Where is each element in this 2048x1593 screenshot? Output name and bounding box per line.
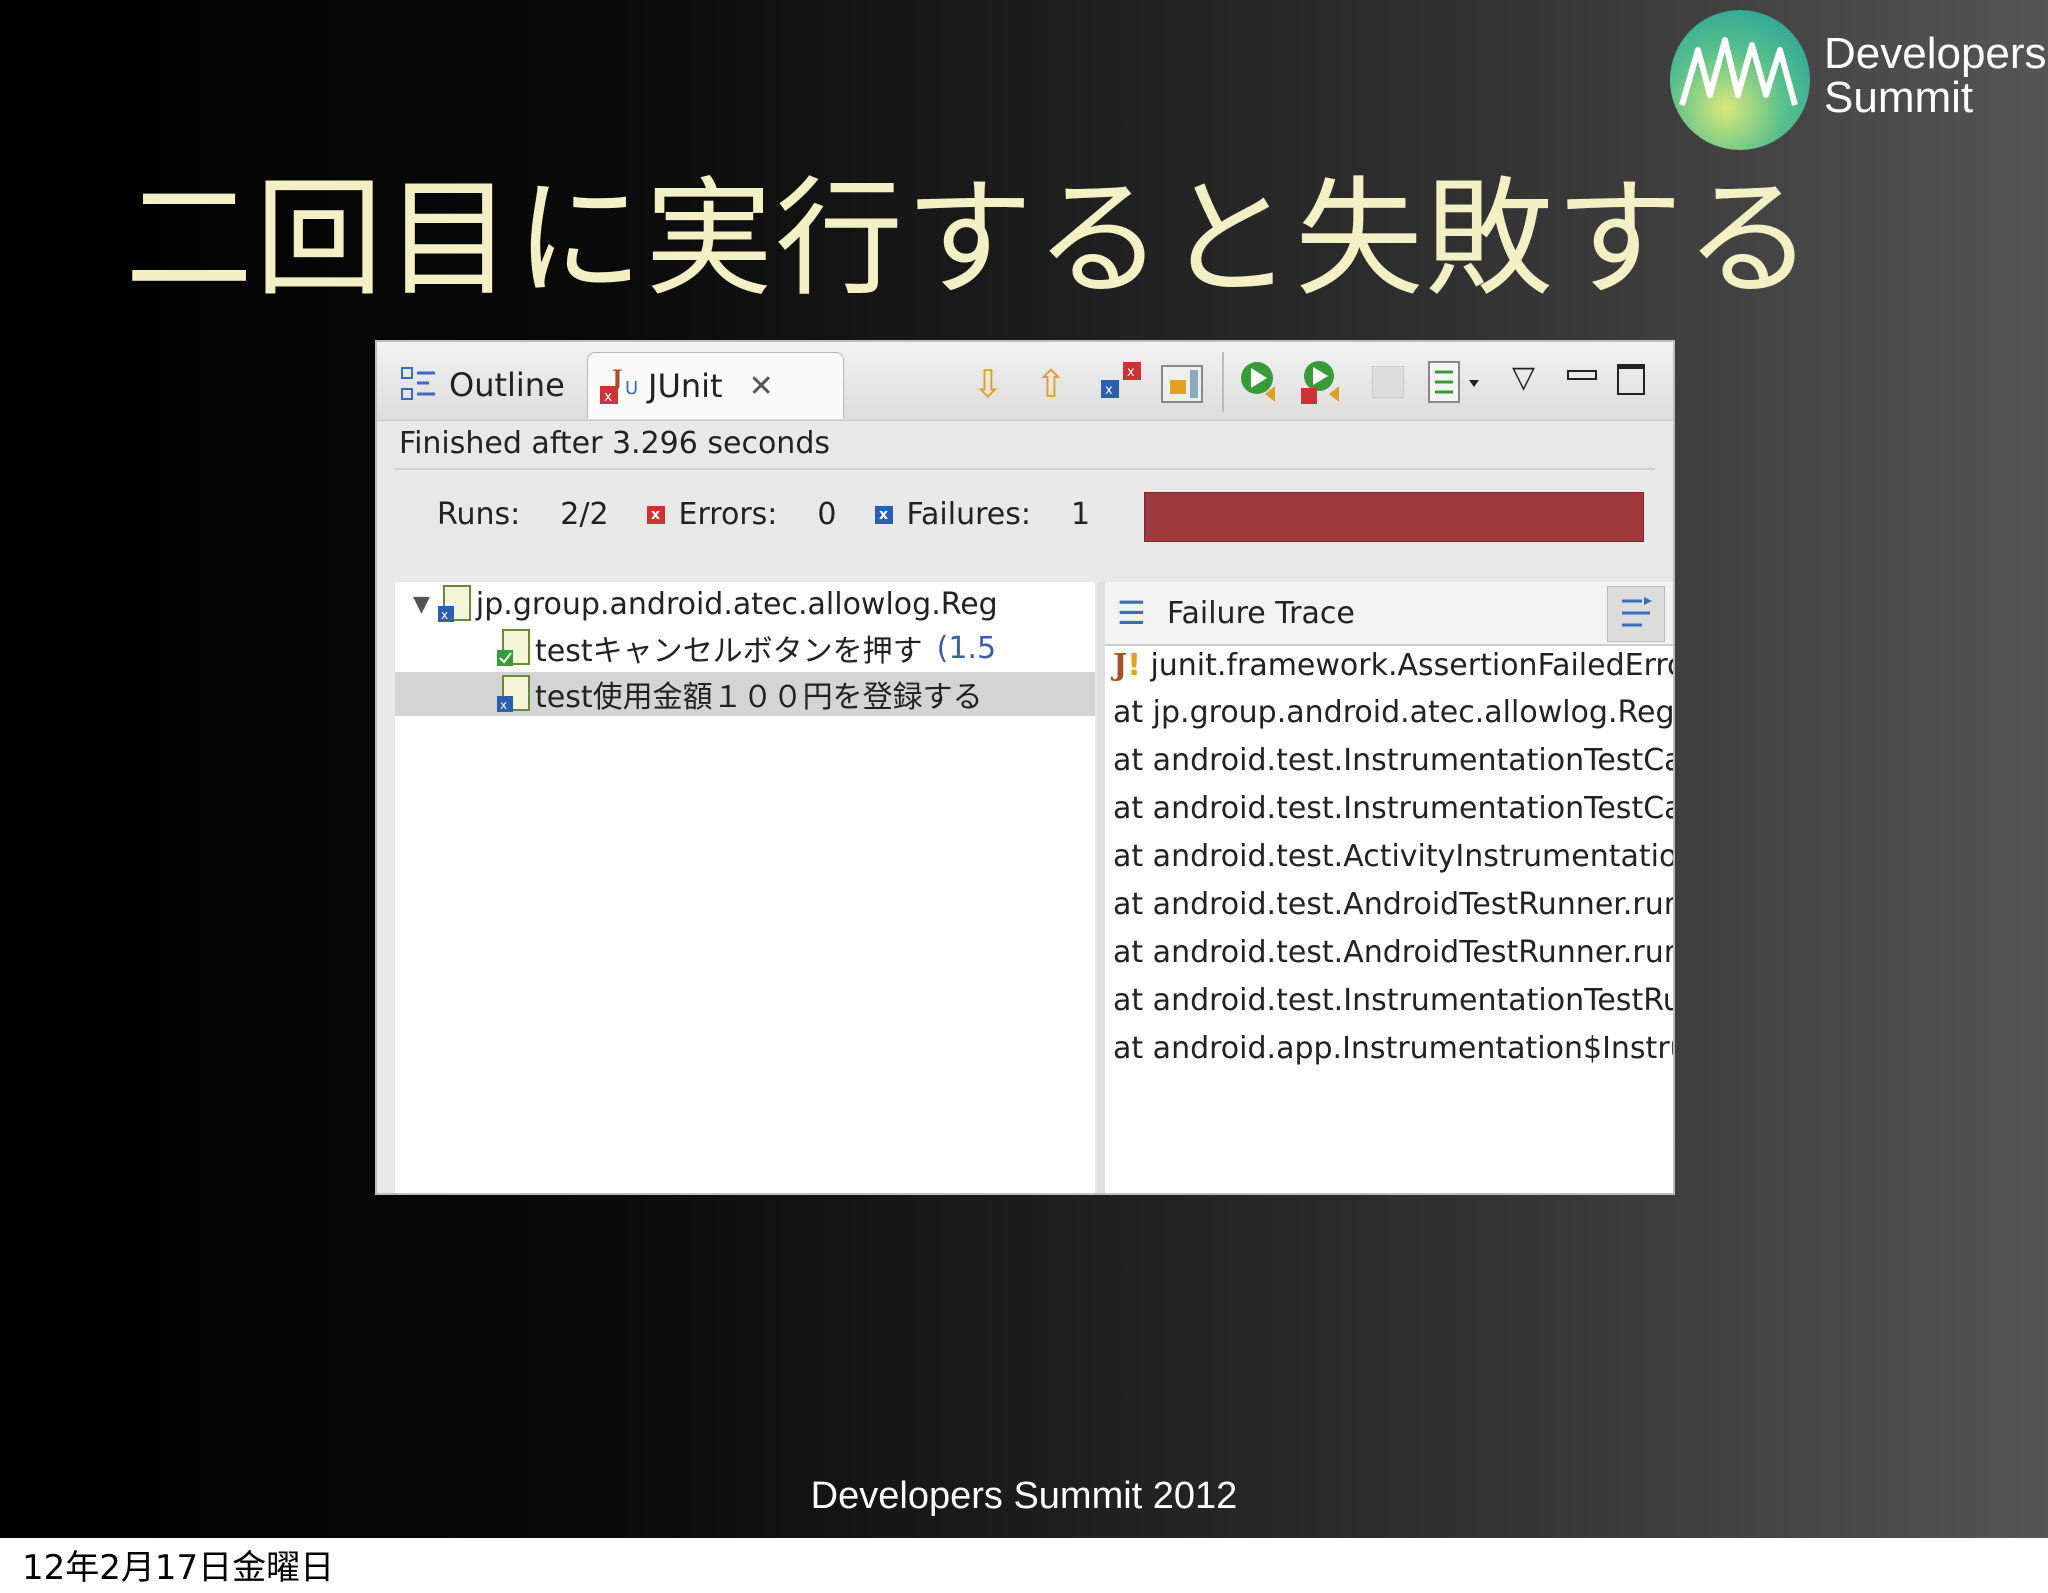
minimize-icon[interactable] xyxy=(1567,370,1597,380)
logo-mark-icon xyxy=(1670,10,1810,150)
junit-view-panel: Outline x J U JUnit ✕ ⇩ ⇧ x x ▽ Finished… xyxy=(375,340,1675,1195)
next-failure-icon[interactable]: ⇩ xyxy=(972,362,1004,406)
rerun-test-icon[interactable] xyxy=(1237,358,1287,408)
stop-icon[interactable] xyxy=(1372,366,1404,398)
test-counters: Runs: 2/2 x Errors: 0 x Failures: 1 xyxy=(437,497,1090,532)
tree-item-suite[interactable]: ▼ x jp.group.android.atec.allowlog.Reg xyxy=(395,582,1095,626)
svg-text:x: x xyxy=(441,608,448,622)
date-label: 12年2月17日金曜日 xyxy=(22,1548,335,1588)
failure-trace-title: Failure Trace xyxy=(1167,596,1355,631)
trace-line[interactable]: at jp.group.android.atec.allowlog.Regist… xyxy=(1113,695,1673,730)
pane-divider[interactable] xyxy=(1097,582,1105,1193)
trace-line[interactable]: at android.test.InstrumentationTestCase. xyxy=(1113,791,1673,826)
trace-line-assertion[interactable]: J! junit.framework.AssertionFailedError: xyxy=(1113,648,1675,683)
toolbar-separator xyxy=(1222,352,1224,412)
slide-background: 二回目に実行すると失敗する Developers Summit Outline xyxy=(0,0,2048,1538)
trace-line[interactable]: at android.test.InstrumentationTestCase. xyxy=(1113,743,1673,778)
logo-line2: Summit xyxy=(1824,73,1974,122)
junit-icon: x J U xyxy=(600,366,638,405)
test-tree[interactable]: ▼ x jp.group.android.atec.allowlog.Reg t… xyxy=(395,582,1095,1193)
tree-item-test-fail[interactable]: x test使用金額１００円を登録する xyxy=(395,672,1095,716)
trace-line-text: junit.framework.AssertionFailedError: xyxy=(1150,648,1675,683)
test-history-icon[interactable] xyxy=(1427,360,1487,406)
tree-item-test-pass[interactable]: testキャンセルボタンを押す (1.5 xyxy=(395,626,1095,670)
tree-item-label: testキャンセルボタンを押す xyxy=(535,634,923,669)
close-icon[interactable]: ✕ xyxy=(749,369,774,404)
slide-title: 二回目に実行すると失敗する xyxy=(125,165,1816,314)
filter-stack-icon[interactable] xyxy=(1607,586,1665,642)
error-icon: x xyxy=(646,505,665,524)
logo-text: Developers Summit xyxy=(1824,32,2047,120)
scroll-lock-icon[interactable] xyxy=(1160,360,1206,406)
view-tab-bar: Outline x J U JUnit ✕ ⇩ ⇧ x x ▽ xyxy=(377,342,1673,421)
test-failed-icon: x xyxy=(497,675,530,712)
progress-bar xyxy=(1144,492,1644,542)
trace-line[interactable]: at android.test.InstrumentationTestRunn xyxy=(1113,983,1673,1018)
tree-item-label: jp.group.android.atec.allowlog.Reg xyxy=(475,586,998,622)
tab-outline-label: Outline xyxy=(449,366,565,404)
failure-trace-pane: ☰ Failure Trace J! junit.framework.Asser… xyxy=(1105,582,1675,1193)
runs-label: Runs: xyxy=(437,497,521,532)
runs-value: 2/2 xyxy=(560,497,609,532)
trace-line[interactable]: at android.app.Instrumentation$Instrume xyxy=(1113,1031,1673,1066)
stack-trace-icon: ☰ xyxy=(1117,594,1146,632)
failure-trace-header: ☰ Failure Trace xyxy=(1105,582,1673,646)
failure-icon: x xyxy=(874,505,893,524)
errors-label: Errors: xyxy=(678,497,778,532)
tab-outline[interactable]: Outline xyxy=(399,352,565,418)
test-suite-icon: x xyxy=(437,585,471,622)
tree-item-label: test使用金額１００円を登録する xyxy=(535,680,983,715)
tab-junit[interactable]: x J U JUnit ✕ xyxy=(587,352,844,419)
failures-value: 1 xyxy=(1070,497,1091,532)
maximize-icon[interactable] xyxy=(1617,364,1645,395)
test-passed-icon xyxy=(497,629,530,666)
failures-label: Failures: xyxy=(906,497,1031,532)
svg-text:x: x xyxy=(1105,383,1113,398)
slide-footer: Developers Summit 2012 xyxy=(810,1475,1238,1517)
developers-summit-logo: Developers Summit xyxy=(1670,10,2047,150)
trace-line[interactable]: at android.test.AndroidTestRunner.runTe xyxy=(1113,887,1673,922)
tab-junit-label: JUnit xyxy=(648,367,723,405)
svg-text:J: J xyxy=(610,366,622,392)
trace-line[interactable]: at android.test.AndroidTestRunner.runTe xyxy=(1113,935,1673,970)
svg-text:U: U xyxy=(625,378,638,399)
expand-triangle-icon[interactable]: ▼ xyxy=(413,592,430,617)
errors-value: 0 xyxy=(817,497,837,532)
outline-icon xyxy=(401,367,435,400)
svg-text:x: x xyxy=(1127,365,1135,380)
assertion-error-icon: J xyxy=(1113,648,1128,683)
show-failures-only-icon[interactable]: x x xyxy=(1099,360,1143,404)
rerun-failed-first-icon[interactable] xyxy=(1299,358,1349,408)
view-menu-icon[interactable]: ▽ xyxy=(1512,356,1535,400)
warning-mark-icon: ! xyxy=(1127,648,1141,683)
logo-line1: Developers xyxy=(1824,29,2047,78)
svg-text:x: x xyxy=(500,698,507,712)
status-separator xyxy=(395,468,1655,470)
status-text: Finished after 3.296 seconds xyxy=(399,426,830,461)
trace-line[interactable]: at android.test.ActivityInstrumentationT… xyxy=(1113,839,1673,874)
tree-item-time: (1.5 xyxy=(936,630,997,666)
previous-failure-icon[interactable]: ⇧ xyxy=(1035,362,1067,406)
